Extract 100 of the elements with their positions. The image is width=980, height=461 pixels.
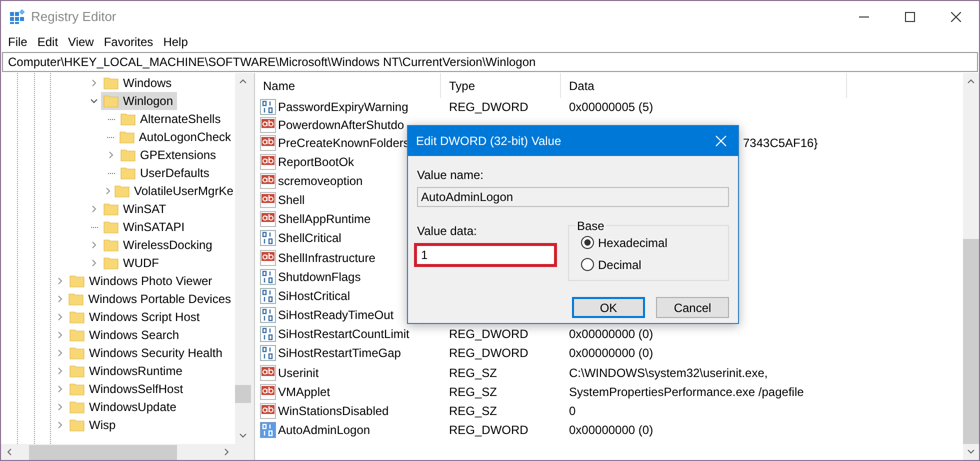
tree-item[interactable]: AlternateShells bbox=[118, 110, 225, 128]
close-icon bbox=[951, 12, 961, 22]
folder-icon bbox=[103, 219, 119, 235]
folder-icon bbox=[120, 147, 136, 163]
dialog-button[interactable]: OK bbox=[572, 297, 645, 318]
scrollbar-thumb[interactable] bbox=[235, 385, 251, 403]
menu-item[interactable]: Help bbox=[158, 32, 193, 50]
chevron-right-icon[interactable] bbox=[90, 205, 98, 213]
chevron-right-icon[interactable] bbox=[56, 277, 64, 285]
value-type: REG_DWORD bbox=[449, 327, 528, 342]
tree-item[interactable]: Windows Security Health bbox=[67, 344, 226, 362]
folder-icon bbox=[103, 93, 119, 109]
value-name[interactable]: PreCreateKnownFolders bbox=[278, 134, 410, 152]
chevron-right-icon[interactable] bbox=[56, 331, 64, 339]
dialog-button[interactable]: Cancel bbox=[656, 297, 729, 318]
value-data: SystemPropertiesPerformance.exe /pagefile bbox=[569, 384, 804, 399]
chevron-right-icon[interactable] bbox=[90, 79, 98, 87]
folder-icon bbox=[69, 363, 85, 379]
tree-item[interactable]: VolatileUserMgrKe bbox=[112, 182, 235, 200]
field-label: Value name: bbox=[417, 167, 484, 184]
radio-icon[interactable] bbox=[581, 258, 594, 271]
chevron-right-icon[interactable] bbox=[56, 295, 64, 303]
tree-item[interactable]: WirelessDocking bbox=[101, 236, 216, 254]
value-type: REG_SZ bbox=[449, 404, 498, 418]
tree-item[interactable]: Windows Script Host bbox=[67, 308, 204, 326]
folder-icon bbox=[69, 399, 85, 415]
tree-item[interactable]: UserDefaults bbox=[118, 164, 214, 182]
value-data: C:\WINDOWS\system32\userinit.exe, bbox=[569, 366, 768, 380]
radio-option[interactable]: Decimal bbox=[581, 256, 728, 273]
address-field[interactable]: Computer\HKEY_LOCAL_MACHINE\SOFTWARE\Microsoft\Windows NT\CurrentVersion\Winlogon bbox=[2, 52, 978, 72]
chevron-right-icon[interactable] bbox=[56, 367, 64, 375]
column-header[interactable]: Type bbox=[441, 73, 561, 98]
value-name[interactable]: Shell bbox=[278, 190, 305, 209]
menu-item[interactable]: View bbox=[63, 32, 99, 50]
folder-icon bbox=[69, 417, 85, 433]
value-name[interactable]: SiHostRestartCountLimit bbox=[278, 325, 410, 344]
chevron-right-icon[interactable] bbox=[90, 241, 98, 249]
tree-item[interactable]: Windows Photo Viewer bbox=[67, 272, 216, 290]
tree-item[interactable]: WinSATAPI bbox=[101, 218, 189, 236]
chevron-right-icon[interactable] bbox=[90, 259, 98, 267]
value-name-field[interactable]: AutoAdminLogon bbox=[417, 187, 729, 207]
tree-item[interactable]: WindowsRuntime bbox=[67, 362, 186, 380]
menu-item[interactable]: Edit bbox=[32, 32, 64, 50]
horizontal-scrollbar[interactable] bbox=[1, 444, 251, 460]
value-data: 0x00000000 (0) bbox=[569, 327, 654, 342]
column-header[interactable]: Name bbox=[255, 73, 441, 98]
folder-icon bbox=[103, 237, 119, 253]
chevron-right-icon[interactable] bbox=[107, 151, 115, 159]
value-name[interactable]: ReportBootOk bbox=[278, 152, 354, 171]
folder-icon bbox=[103, 201, 119, 217]
value-name[interactable]: ShutdownFlags bbox=[278, 268, 361, 286]
value-data: 0x00000005 (5) bbox=[569, 100, 654, 114]
scrollbar-thumb[interactable] bbox=[963, 239, 979, 444]
radio-option[interactable]: Hexadecimal bbox=[581, 234, 728, 251]
chevron-right-icon[interactable] bbox=[56, 421, 64, 429]
value-name[interactable]: scremoveoption bbox=[278, 172, 363, 190]
value-data-field[interactable]: 1 bbox=[414, 243, 557, 267]
folder-icon bbox=[120, 165, 136, 181]
tree-item[interactable]: WUDF bbox=[101, 254, 163, 272]
chevron-right-icon[interactable] bbox=[56, 385, 64, 393]
value-type: REG_DWORD bbox=[449, 346, 528, 360]
chevron-down-icon[interactable] bbox=[90, 97, 98, 105]
value-name[interactable]: PasswordExpiryWarning bbox=[278, 98, 408, 116]
app-icon bbox=[9, 8, 25, 24]
tree-item[interactable]: Windows Search bbox=[67, 326, 184, 344]
column-header[interactable]: Data bbox=[561, 73, 847, 98]
vertical-scrollbar[interactable] bbox=[963, 73, 979, 460]
chevron-right-icon[interactable] bbox=[56, 313, 64, 321]
menu-item[interactable]: File bbox=[3, 32, 32, 50]
value-name[interactable]: SiHostReadyTimeOut bbox=[278, 306, 394, 324]
dialog-title: Edit DWORD (32-bit) Value bbox=[416, 133, 562, 150]
tree-item[interactable]: WindowsSelfHost bbox=[67, 380, 188, 398]
value-name[interactable]: Userinit bbox=[278, 364, 319, 382]
value-name[interactable]: ShellCritical bbox=[278, 229, 342, 248]
value-name[interactable]: SiHostRestartTimeGap bbox=[278, 344, 401, 362]
value-name[interactable]: SiHostCritical bbox=[278, 286, 350, 305]
scrollbar-thumb[interactable] bbox=[29, 444, 177, 460]
value-name[interactable]: AutoAdminLogon bbox=[278, 421, 370, 440]
radio-icon[interactable] bbox=[581, 236, 594, 249]
value-name[interactable]: PowerdownAfterShutdo bbox=[278, 116, 404, 134]
tree-item[interactable]: Windows Portable Devices bbox=[66, 290, 235, 308]
tree-item[interactable]: Winlogon bbox=[101, 92, 178, 110]
value-name[interactable]: ShellAppRuntime bbox=[278, 210, 371, 228]
tree-item[interactable]: Windows bbox=[101, 74, 176, 92]
tree-item[interactable]: AutoLogonCheck bbox=[116, 128, 235, 146]
menu-item[interactable]: Favorites bbox=[98, 32, 158, 50]
tree-item[interactable]: Wisp bbox=[67, 416, 120, 434]
value-name[interactable]: ShellInfrastructure bbox=[278, 248, 376, 267]
chevron-right-icon[interactable] bbox=[56, 349, 64, 357]
chevron-right-icon[interactable] bbox=[56, 403, 64, 411]
value-name[interactable]: WinStationsDisabled bbox=[278, 402, 389, 420]
tree-item[interactable]: WindowsUpdate bbox=[67, 398, 180, 416]
chevron-right-icon[interactable] bbox=[104, 187, 112, 195]
value-name[interactable]: VMApplet bbox=[278, 382, 330, 401]
tree-item[interactable]: WinSAT bbox=[101, 200, 170, 218]
folder-icon bbox=[114, 183, 130, 199]
value-type: REG_DWORD bbox=[449, 423, 528, 438]
folder-icon bbox=[69, 309, 85, 325]
vertical-scrollbar[interactable] bbox=[235, 73, 251, 444]
tree-item[interactable]: GPExtensions bbox=[118, 146, 220, 164]
